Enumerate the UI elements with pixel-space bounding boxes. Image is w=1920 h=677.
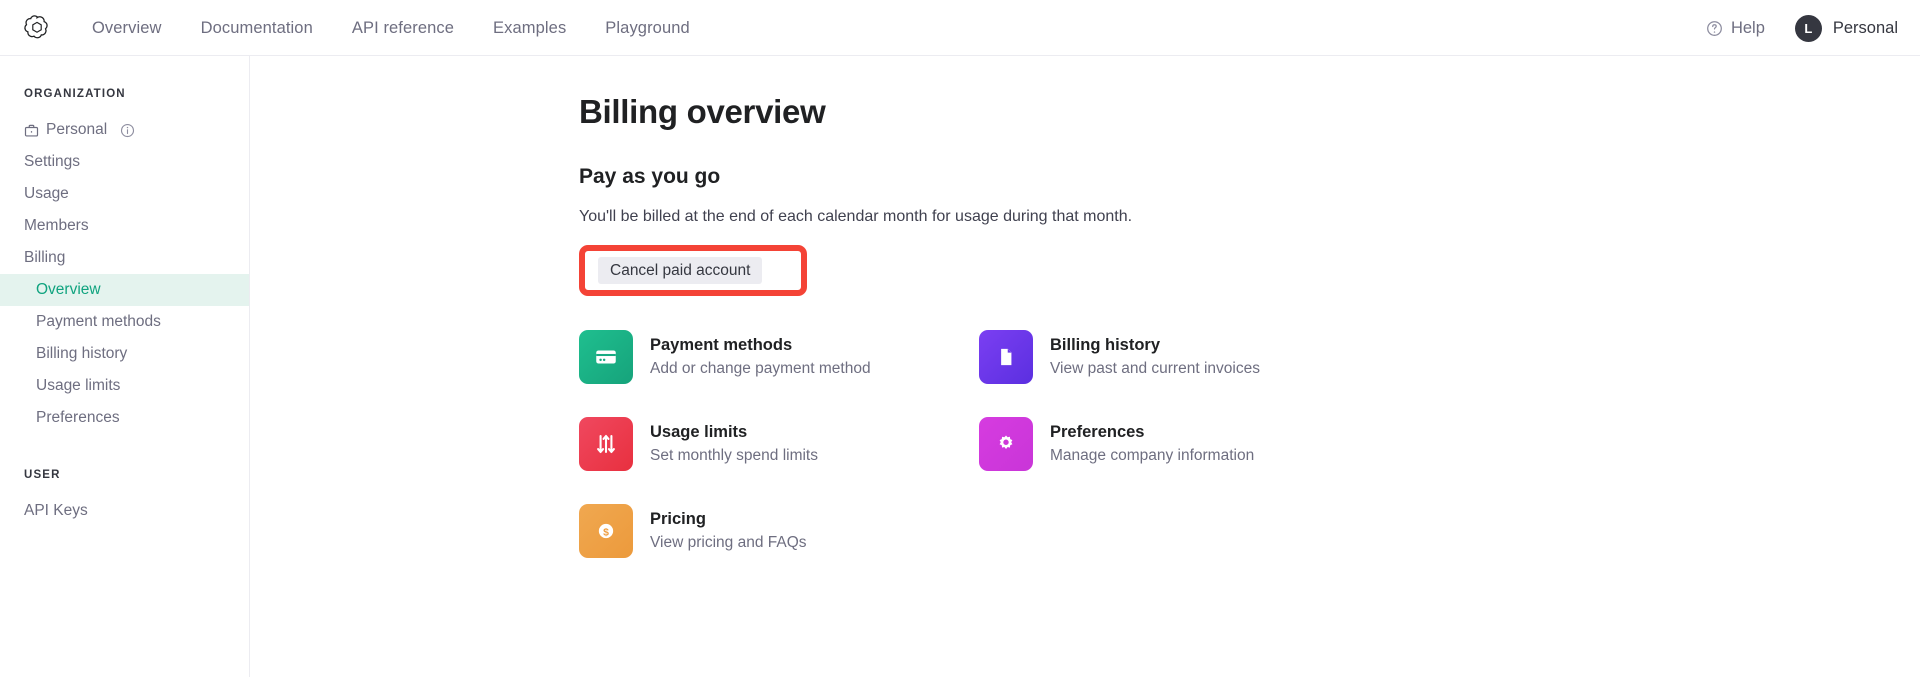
main-content: Billing overview Pay as you go You'll be… bbox=[250, 56, 1920, 677]
section-description: You'll be billed at the end of each cale… bbox=[579, 208, 1133, 225]
card-subtitle: Manage company information bbox=[1050, 447, 1255, 464]
top-navigation-bar: Overview Documentation API reference Exa… bbox=[0, 0, 1920, 56]
openai-logo-icon[interactable] bbox=[22, 13, 52, 43]
nav-item-playground[interactable]: Playground bbox=[605, 18, 689, 38]
sidebar-item-api-keys-label: API Keys bbox=[24, 502, 88, 519]
sidebar-item-billing-history-label: Billing history bbox=[36, 345, 128, 362]
sidebar-item-billing-overview[interactable]: Overview bbox=[0, 274, 249, 306]
card-text: Billing history View past and current in… bbox=[1050, 335, 1260, 379]
sidebar-item-settings[interactable]: Settings bbox=[0, 146, 249, 178]
sidebar-item-payment-methods[interactable]: Payment methods bbox=[0, 306, 249, 338]
card-pricing[interactable]: $ Pricing View pricing and FAQs bbox=[579, 504, 979, 558]
primary-nav: Overview Documentation API reference Exa… bbox=[92, 18, 690, 38]
account-menu[interactable]: L Personal bbox=[1794, 14, 1898, 42]
sidebar-item-personal-label: Personal bbox=[46, 121, 108, 138]
nav-item-examples[interactable]: Examples bbox=[493, 18, 566, 38]
card-title: Usage limits bbox=[650, 423, 748, 441]
card-preferences[interactable]: Preferences Manage company information bbox=[979, 417, 1279, 471]
info-circle-icon bbox=[121, 123, 135, 137]
help-button[interactable]: Help bbox=[1706, 19, 1765, 38]
card-title: Preferences bbox=[1050, 423, 1145, 441]
sidebar-item-billing-overview-label: Overview bbox=[36, 281, 101, 298]
sidebar-item-usage-limits-label: Usage limits bbox=[36, 377, 121, 394]
card-text: Usage limits Set monthly spend limits bbox=[650, 422, 818, 466]
sidebar-item-usage-limits[interactable]: Usage limits bbox=[0, 370, 249, 402]
nav-item-documentation[interactable]: Documentation bbox=[201, 18, 313, 38]
account-name: Personal bbox=[1832, 18, 1898, 37]
sliders-icon bbox=[579, 417, 633, 471]
page-title: Billing overview bbox=[579, 93, 826, 130]
sidebar-item-usage[interactable]: Usage bbox=[0, 178, 249, 210]
card-subtitle: View pricing and FAQs bbox=[650, 534, 807, 551]
card-text: Pricing View pricing and FAQs bbox=[650, 509, 807, 553]
credit-card-icon bbox=[579, 330, 633, 384]
gear-icon bbox=[979, 417, 1033, 471]
sidebar-item-settings-label: Settings bbox=[24, 153, 81, 170]
dollar-circle-icon: $ bbox=[579, 504, 633, 558]
card-billing-history[interactable]: Billing history View past and current in… bbox=[979, 330, 1279, 384]
nav-item-api-reference[interactable]: API reference bbox=[352, 18, 454, 38]
sidebar: ORGANIZATION Personal Settings Usage Mem… bbox=[0, 56, 250, 677]
card-usage-limits[interactable]: Usage limits Set monthly spend limits bbox=[579, 417, 979, 471]
card-subtitle: View past and current invoices bbox=[1050, 360, 1260, 377]
sidebar-item-preferences[interactable]: Preferences bbox=[0, 402, 249, 434]
billing-overview-page: Overview Documentation API reference Exa… bbox=[0, 0, 1920, 677]
billing-link-cards: Payment methods Add or change payment me… bbox=[579, 330, 1279, 591]
sidebar-heading-user: USER bbox=[24, 469, 61, 481]
cancel-paid-account-button[interactable]: Cancel paid account bbox=[598, 257, 763, 284]
sidebar-item-usage-label: Usage bbox=[24, 185, 69, 202]
card-subtitle: Add or change payment method bbox=[650, 360, 871, 377]
sidebar-item-billing-history[interactable]: Billing history bbox=[0, 338, 249, 370]
sidebar-item-billing-label: Billing bbox=[24, 249, 66, 266]
card-subtitle: Set monthly spend limits bbox=[650, 447, 818, 464]
avatar: L bbox=[1794, 14, 1822, 42]
topbar-right-group: Help L Personal bbox=[1706, 0, 1898, 56]
sidebar-item-preferences-label: Preferences bbox=[36, 409, 120, 426]
card-text: Payment methods Add or change payment me… bbox=[650, 335, 871, 379]
sidebar-item-payment-methods-label: Payment methods bbox=[36, 313, 161, 330]
help-label: Help bbox=[1730, 18, 1765, 37]
card-title: Payment methods bbox=[650, 336, 793, 354]
document-icon bbox=[979, 330, 1033, 384]
sidebar-item-api-keys[interactable]: API Keys bbox=[0, 495, 249, 527]
sidebar-item-billing[interactable]: Billing bbox=[0, 242, 249, 274]
question-circle-icon bbox=[1707, 20, 1722, 36]
cancel-paid-account-highlight-region: Cancel paid account bbox=[579, 245, 807, 296]
section-title-pay-as-you-go: Pay as you go bbox=[579, 165, 721, 188]
svg-text:$: $ bbox=[603, 527, 609, 538]
nav-item-overview[interactable]: Overview bbox=[92, 18, 162, 38]
card-text: Preferences Manage company information bbox=[1050, 422, 1254, 466]
billing-content-column: Billing overview Pay as you go You'll be… bbox=[579, 92, 1479, 591]
sidebar-item-members-label: Members bbox=[24, 217, 89, 234]
sidebar-heading-organization: ORGANIZATION bbox=[24, 88, 126, 100]
sidebar-item-members[interactable]: Members bbox=[0, 210, 249, 242]
card-title: Pricing bbox=[650, 510, 706, 528]
sidebar-item-personal[interactable]: Personal bbox=[0, 114, 249, 146]
card-title: Billing history bbox=[1050, 336, 1161, 354]
briefcase-icon bbox=[24, 124, 39, 137]
card-payment-methods[interactable]: Payment methods Add or change payment me… bbox=[579, 330, 979, 384]
